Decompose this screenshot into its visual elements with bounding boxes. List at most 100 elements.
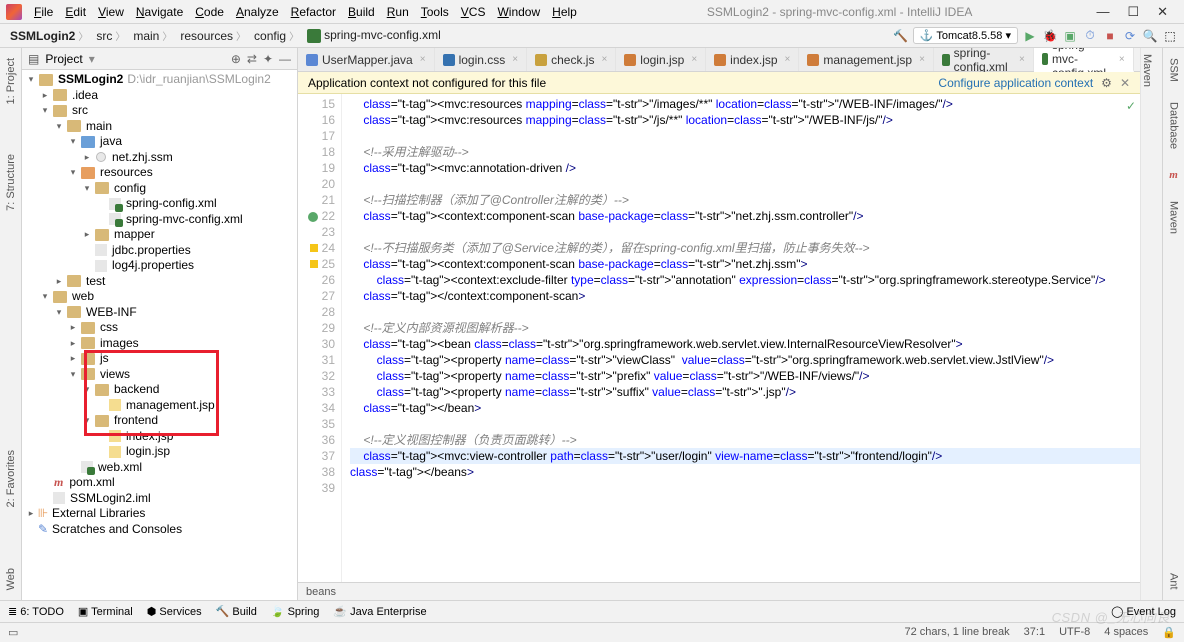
debug-button[interactable]: 🐞 bbox=[1042, 28, 1058, 44]
tool-maven-tab[interactable]: Maven bbox=[1141, 48, 1153, 87]
stop-button[interactable]: ■ bbox=[1102, 28, 1118, 44]
tree-node[interactable]: log4j.properties bbox=[24, 258, 297, 274]
collapse-icon[interactable]: ✦ bbox=[263, 52, 273, 66]
menu-edit[interactable]: Edit bbox=[59, 3, 92, 21]
tool-ssm[interactable]: SSM bbox=[1168, 58, 1180, 82]
maximize-button[interactable]: ☐ bbox=[1127, 4, 1139, 20]
expand-icon[interactable]: ⇄ bbox=[247, 52, 257, 66]
tree-node[interactable]: ✎Scratches and Consoles bbox=[24, 522, 297, 538]
tree-node[interactable]: jdbc.properties bbox=[24, 243, 297, 259]
tool-web[interactable]: Web bbox=[5, 568, 17, 590]
tree-node[interactable]: ▾config bbox=[24, 181, 297, 197]
close-tab-icon[interactable]: × bbox=[601, 54, 607, 65]
vcs-update-button[interactable]: ⟳ bbox=[1122, 28, 1138, 44]
search-button[interactable]: 🔍 bbox=[1142, 28, 1158, 44]
minimize-button[interactable]: — bbox=[1096, 4, 1109, 20]
tree-node[interactable]: ▸⊪External Libraries bbox=[24, 506, 297, 522]
editor-gutter[interactable]: 1516171819202122232425262728293031323334… bbox=[298, 94, 342, 582]
menu-run[interactable]: Run bbox=[381, 3, 415, 21]
menu-view[interactable]: View bbox=[92, 3, 130, 21]
tree-node[interactable]: mpom.xml bbox=[24, 475, 297, 491]
editor-tab[interactable]: check.js× bbox=[527, 48, 616, 71]
coverage-button[interactable]: ▣ bbox=[1062, 28, 1078, 44]
menu-help[interactable]: Help bbox=[546, 3, 583, 21]
tree-node[interactable]: ▾web bbox=[24, 289, 297, 305]
run-button[interactable]: ▶ bbox=[1022, 28, 1038, 44]
editor-tab[interactable]: spring-mvc-config.xml× bbox=[1034, 48, 1134, 72]
tree-node[interactable]: ▸js bbox=[24, 351, 297, 367]
editor-breadcrumb[interactable]: beans bbox=[298, 582, 1140, 600]
close-tab-icon[interactable]: × bbox=[919, 54, 925, 65]
breadcrumb-item[interactable]: resources bbox=[176, 26, 250, 45]
tree-node[interactable]: ▸net.zhj.ssm bbox=[24, 150, 297, 166]
close-tab-icon[interactable]: × bbox=[785, 54, 791, 65]
tool-ant[interactable]: Ant bbox=[1168, 573, 1180, 590]
tree-node[interactable]: ▾java bbox=[24, 134, 297, 150]
banner-close-icon[interactable]: ✕ bbox=[1120, 76, 1130, 90]
tool-structure[interactable]: 7: Structure bbox=[5, 154, 17, 211]
banner-link[interactable]: Configure application context bbox=[938, 76, 1093, 90]
tool-favorites[interactable]: 2: Favorites bbox=[5, 450, 17, 507]
profiler-button[interactable]: ⏱ bbox=[1082, 28, 1098, 44]
status-encoding[interactable]: UTF-8 bbox=[1059, 626, 1090, 639]
tree-node[interactable]: ▾src bbox=[24, 103, 297, 119]
tree-node[interactable]: login.jsp bbox=[24, 444, 297, 460]
breadcrumb-item[interactable]: SSMLogin2 bbox=[6, 26, 92, 45]
breadcrumb-item[interactable]: src bbox=[92, 26, 129, 45]
tree-node[interactable]: ▾frontend bbox=[24, 413, 297, 429]
build-icon[interactable]: 🔨 bbox=[893, 28, 909, 44]
close-tab-icon[interactable]: × bbox=[1119, 54, 1125, 65]
tree-node[interactable]: management.jsp bbox=[24, 398, 297, 414]
tree-node[interactable]: ▾backend bbox=[24, 382, 297, 398]
tree-node[interactable]: ▾SSMLogin2 D:\idr_ruanjian\SSMLogin2 bbox=[24, 72, 297, 88]
tool-java-ee[interactable]: ☕ Java Enterprise bbox=[333, 605, 426, 618]
tree-node[interactable]: ▾WEB-INF bbox=[24, 305, 297, 321]
tree-node[interactable]: ▸images bbox=[24, 336, 297, 352]
close-tab-icon[interactable]: × bbox=[420, 54, 426, 65]
status-indent[interactable]: 4 spaces bbox=[1104, 626, 1148, 639]
project-tree[interactable]: ▾SSMLogin2 D:\idr_ruanjian\SSMLogin2▸.id… bbox=[22, 70, 297, 600]
tree-node[interactable]: SSMLogin2.iml bbox=[24, 491, 297, 507]
tool-build[interactable]: 🔨 Build bbox=[216, 605, 257, 618]
tool-todo[interactable]: ≣ 6: TODO bbox=[8, 605, 64, 618]
tool-services[interactable]: ⬢ Services bbox=[147, 605, 202, 618]
status-indicator-icon[interactable]: ▭ bbox=[8, 626, 18, 639]
breadcrumb-item[interactable]: main bbox=[129, 26, 176, 45]
menu-tools[interactable]: Tools bbox=[415, 3, 455, 21]
menu-vcs[interactable]: VCS bbox=[455, 3, 492, 21]
editor-tab[interactable]: UserMapper.java× bbox=[298, 48, 435, 71]
menu-window[interactable]: Window bbox=[491, 3, 546, 21]
editor-tab[interactable]: management.jsp× bbox=[799, 48, 934, 71]
tool-terminal[interactable]: ▣ Terminal bbox=[78, 605, 133, 618]
menu-code[interactable]: Code bbox=[189, 3, 230, 21]
status-lock-icon[interactable]: 🔒 bbox=[1162, 626, 1176, 639]
banner-settings-icon[interactable]: ⚙ bbox=[1101, 76, 1112, 90]
close-tab-icon[interactable]: × bbox=[691, 54, 697, 65]
tool-spring[interactable]: 🍃 Spring bbox=[271, 605, 320, 618]
tree-node[interactable]: ▸mapper bbox=[24, 227, 297, 243]
editor-tab[interactable]: login.css× bbox=[435, 48, 528, 71]
tool-maven[interactable]: Maven bbox=[1168, 201, 1180, 234]
breadcrumb-item[interactable]: config bbox=[250, 26, 303, 45]
menu-refactor[interactable]: Refactor bbox=[285, 3, 342, 21]
menu-analyze[interactable]: Analyze bbox=[230, 3, 285, 21]
tree-node[interactable]: ▸css bbox=[24, 320, 297, 336]
editor-body[interactable]: class="t-tag"><mvc:resources mapping=cla… bbox=[342, 94, 1140, 582]
tree-node[interactable]: ▾main bbox=[24, 119, 297, 135]
select-target-icon[interactable]: ⊕ bbox=[231, 52, 241, 66]
tool-project[interactable]: 1: Project bbox=[5, 58, 17, 104]
tree-node[interactable]: index.jsp bbox=[24, 429, 297, 445]
tree-node[interactable]: ▸test bbox=[24, 274, 297, 290]
hide-panel-icon[interactable]: — bbox=[279, 52, 291, 66]
menu-build[interactable]: Build bbox=[342, 3, 381, 21]
status-position[interactable]: 37:1 bbox=[1024, 626, 1045, 639]
run-config-select[interactable]: ⚓ Tomcat8.5.58 ▾ bbox=[913, 27, 1018, 44]
tree-node[interactable]: ▾views bbox=[24, 367, 297, 383]
tree-node[interactable]: ▸.idea bbox=[24, 88, 297, 104]
menu-file[interactable]: File bbox=[28, 3, 59, 21]
tree-node[interactable]: spring-config.xml bbox=[24, 196, 297, 212]
editor-tab[interactable]: spring-config.xml× bbox=[934, 48, 1034, 71]
close-button[interactable]: ✕ bbox=[1157, 4, 1168, 20]
menu-navigate[interactable]: Navigate bbox=[130, 3, 189, 21]
editor-tab[interactable]: index.jsp× bbox=[706, 48, 799, 71]
